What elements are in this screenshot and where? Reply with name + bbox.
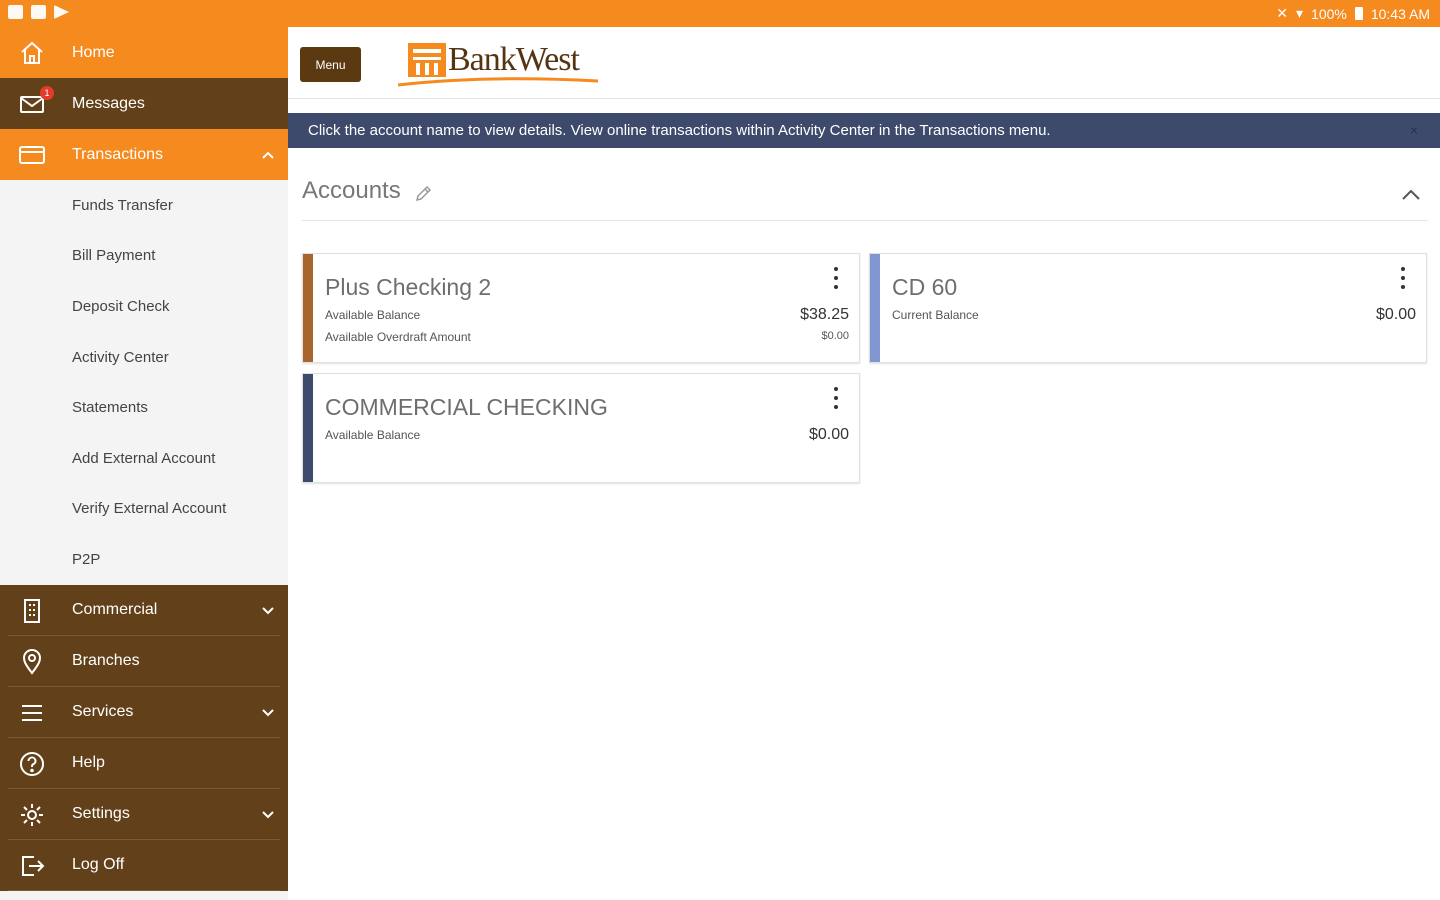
- nav-home[interactable]: Home: [0, 27, 288, 78]
- flag-notification-icon: [31, 5, 46, 19]
- signal-icon: ▾: [1296, 5, 1304, 21]
- account-name[interactable]: COMMERCIAL CHECKING: [325, 394, 608, 421]
- card-icon: [18, 141, 46, 169]
- close-icon[interactable]: ×: [1410, 122, 1418, 138]
- submenu-verify-external-account[interactable]: Verify External Account: [0, 484, 288, 535]
- account-name[interactable]: CD 60: [892, 274, 957, 301]
- info-banner: Click the account name to view details. …: [288, 113, 1440, 148]
- play-notification-icon: [54, 5, 69, 19]
- nav-settings[interactable]: Settings: [8, 789, 280, 840]
- balance-label: Available Balance: [325, 308, 421, 322]
- account-card-commercial-checking[interactable]: COMMERCIAL CHECKING Available Balance $0…: [302, 373, 860, 483]
- nav-help[interactable]: Help: [8, 738, 280, 789]
- balance-amount: $0.00: [1375, 306, 1416, 323]
- submenu-activity-center[interactable]: Activity Center: [0, 332, 288, 383]
- balance-amount: $0.00: [808, 426, 849, 443]
- logout-icon: [18, 852, 46, 880]
- battery-level: 100%: [1311, 5, 1347, 22]
- nav-transactions-label: Transactions: [72, 145, 163, 163]
- account-card-plus-checking[interactable]: Plus Checking 2 Available Balance Availa…: [302, 253, 860, 363]
- accounts-title: Accounts: [302, 177, 401, 204]
- clock: 10:43 AM: [1370, 5, 1430, 22]
- menu-button[interactable]: Menu: [300, 47, 361, 82]
- balance-amount: $38.25: [800, 306, 849, 323]
- chevron-up-icon[interactable]: [1400, 187, 1422, 203]
- gallery-notification-icon: [8, 5, 23, 19]
- nav-transactions[interactable]: Transactions: [0, 129, 288, 180]
- messages-badge: 1: [40, 86, 54, 100]
- nav-branches-label: Branches: [72, 651, 140, 669]
- battery-icon: [1354, 7, 1363, 20]
- nav-log-off-label: Log Off: [72, 855, 125, 873]
- mute-icon: ✕: [1276, 5, 1288, 21]
- chevron-up-icon: [262, 151, 274, 159]
- nav-commercial[interactable]: Commercial: [8, 585, 280, 636]
- nav-commercial-label: Commercial: [72, 600, 158, 618]
- submenu-funds-transfer[interactable]: Funds Transfer: [0, 180, 288, 231]
- account-color-bar: [303, 254, 313, 362]
- main-content: Menu BankWest Click the account name to …: [288, 27, 1440, 900]
- submenu-add-external-account[interactable]: Add External Account: [0, 433, 288, 484]
- overdraft-amount: $0.00: [821, 330, 849, 342]
- submenu-bill-payment[interactable]: Bill Payment: [0, 231, 288, 282]
- nav-services-label: Services: [72, 702, 134, 720]
- bankwest-logo[interactable]: BankWest: [397, 37, 608, 93]
- overdraft-label: Available Overdraft Amount: [325, 330, 471, 344]
- nav-log-off[interactable]: Log Off: [8, 840, 280, 891]
- more-options-icon[interactable]: [1400, 266, 1406, 290]
- location-pin-icon: [18, 648, 46, 676]
- chevron-down-icon: [262, 709, 274, 717]
- status-right: ✕ ▾ 100% 10:43 AM: [1276, 5, 1430, 22]
- balance-label: Current Balance: [892, 308, 979, 322]
- status-bar: ✕ ▾ 100% 10:43 AM: [0, 0, 1440, 27]
- gear-icon: [18, 801, 46, 829]
- chevron-down-icon: [262, 811, 274, 819]
- submenu-statements[interactable]: Statements: [0, 382, 288, 433]
- sidebar: Home 1 Messages Transactions Funds Trans…: [0, 27, 288, 900]
- nav-settings-label: Settings: [72, 804, 130, 822]
- nav-messages-label: Messages: [72, 94, 145, 112]
- submenu-p2p[interactable]: P2P: [0, 534, 288, 585]
- submenu-deposit-check[interactable]: Deposit Check: [0, 281, 288, 332]
- home-icon: [18, 39, 46, 67]
- transactions-submenu: Funds Transfer Bill Payment Deposit Chec…: [0, 180, 288, 585]
- divider: [302, 220, 1428, 221]
- chevron-down-icon: [262, 607, 274, 615]
- nav-services[interactable]: Services: [8, 687, 280, 738]
- brand-name: BankWest: [448, 41, 580, 78]
- account-color-bar: [870, 254, 880, 362]
- pencil-icon[interactable]: [414, 185, 432, 203]
- account-name[interactable]: Plus Checking 2: [325, 274, 491, 301]
- list-icon: [18, 699, 46, 727]
- nav-messages[interactable]: 1 Messages: [0, 78, 288, 129]
- app-header: Menu BankWest: [288, 27, 1440, 99]
- account-card-cd-60[interactable]: CD 60 Current Balance $0.00: [869, 253, 1427, 363]
- help-icon: [18, 750, 46, 778]
- more-options-icon[interactable]: [833, 266, 839, 290]
- balance-label: Available Balance: [325, 428, 421, 442]
- sidebar-lower-nav: Commercial Branches Services Help Settin…: [0, 584, 288, 891]
- info-banner-text: Click the account name to view details. …: [308, 122, 1051, 139]
- nav-home-label: Home: [72, 43, 115, 61]
- status-notification-icons: [8, 5, 69, 19]
- nav-branches[interactable]: Branches: [8, 636, 280, 687]
- nav-help-label: Help: [72, 753, 105, 771]
- account-color-bar: [303, 374, 313, 482]
- building-icon: [18, 597, 46, 625]
- more-options-icon[interactable]: [833, 386, 839, 410]
